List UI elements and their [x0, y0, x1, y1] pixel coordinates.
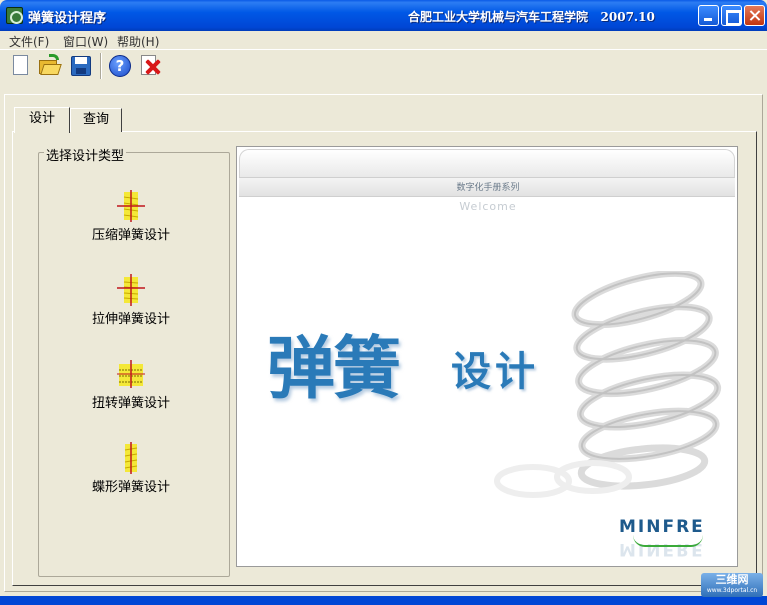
menu-bar: 文件(F) 窗口(W) 帮助(H) [0, 31, 767, 49]
maximize-button[interactable] [721, 5, 742, 26]
welcome-header [239, 149, 735, 177]
extension-spring-icon [117, 274, 145, 306]
welcome-panel: 数字化手册系列 Welcome 弹簧 设计 MINFRE MINFRE [236, 146, 738, 567]
menu-file[interactable]: 文件(F) [9, 33, 49, 50]
site-watermark: 三维网 www.3dportal.cn [701, 573, 763, 597]
app-icon[interactable] [6, 7, 23, 24]
torsion-spring-icon [117, 360, 145, 388]
brand-swoosh-icon [633, 535, 703, 547]
new-file-icon[interactable] [9, 54, 33, 78]
title-info: 合肥工业大学机械与汽车工程学院 2007.10 [408, 10, 655, 24]
exit-icon[interactable] [138, 54, 162, 78]
disc-spring-option[interactable]: 蝶形弹簧设计 [58, 440, 208, 500]
welcome-title: 弹簧 [267, 329, 401, 409]
open-folder-icon[interactable] [38, 54, 62, 78]
torsion-spring-option[interactable]: 扭转弹簧设计 [58, 356, 208, 416]
watermark-text: 三维网 [715, 573, 749, 586]
window-bottom-frame [0, 596, 767, 605]
watermark-url: www.3dportal.cn [706, 587, 758, 594]
toolbar-separator [100, 53, 102, 79]
welcome-subtitle: 设计 [451, 349, 539, 395]
extension-spring-label: 拉伸弹簧设计 [91, 312, 170, 327]
window-title: 弹簧设计程序 [28, 11, 107, 26]
compression-spring-option[interactable]: 压缩弹簧设计 [58, 188, 208, 248]
design-type-title: 选择设计类型 [44, 145, 127, 164]
extension-spring-option[interactable]: 拉伸弹簧设计 [58, 272, 208, 332]
close-button[interactable] [744, 5, 765, 26]
toolbar: ? [0, 49, 767, 82]
tab-query[interactable]: 查询 [70, 108, 122, 132]
menu-help[interactable]: 帮助(H) [117, 33, 159, 50]
welcome-greeting: Welcome [459, 200, 517, 213]
series-label: 数字化手册系列 [456, 183, 520, 193]
torsion-spring-label: 扭转弹簧设计 [91, 396, 170, 411]
brand-logo: MINFRE [619, 517, 705, 537]
disc-spring-label: 蝶形弹簧设计 [91, 480, 170, 495]
compression-spring-label: 压缩弹簧设计 [91, 228, 170, 243]
save-icon[interactable] [69, 54, 93, 78]
help-icon[interactable]: ? [108, 54, 132, 78]
title-bar[interactable]: 弹簧设计程序 合肥工业大学机械与汽车工程学院 2007.10 [0, 0, 767, 31]
disc-spring-icon [124, 442, 138, 474]
compression-spring-icon [117, 190, 145, 222]
minimize-button[interactable] [698, 5, 719, 26]
menu-window[interactable]: 窗口(W) [63, 33, 108, 50]
tab-design[interactable]: 设计 [14, 107, 70, 133]
